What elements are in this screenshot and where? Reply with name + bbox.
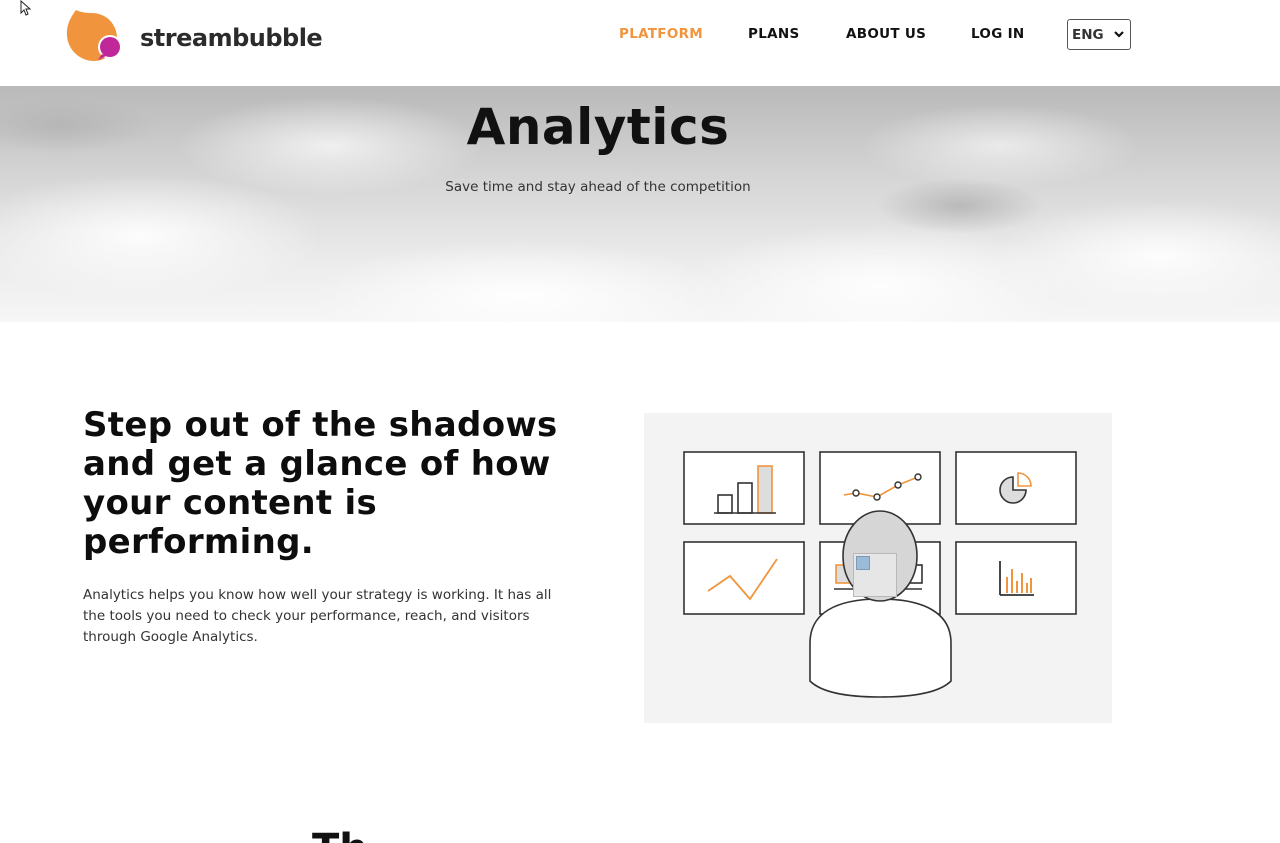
language-select[interactable]: ENG [1067,19,1131,50]
feature-description: Analytics helps you know how well your s… [83,587,552,645]
brand-logo[interactable]: streambubble [66,8,323,68]
trend-line-icon [683,541,805,615]
streambubble-logo-icon [66,10,122,61]
brand-name: streambubble [140,24,323,52]
chevron-down-icon [1114,31,1124,38]
broken-image-placeholder [853,553,897,597]
nav-plans[interactable]: PLANS [748,26,799,42]
nav-about-us[interactable]: ABOUT US [846,26,926,42]
next-section-heading: Th [312,826,368,843]
mouse-cursor-icon [20,0,32,16]
page-title: Analytics [466,98,730,156]
site-header: streambubble PLATFORM PLANS ABOUT US LOG… [0,0,1280,86]
bar-chart-icon [683,451,805,525]
feature-heading: Step out of the shadows and get a glance… [83,405,558,562]
hero-banner: Analytics Save time and stay ahead of th… [0,86,1280,322]
page-subtitle: Save time and stay ahead of the competit… [445,179,751,195]
analytics-illustration [644,413,1112,723]
nav-platform[interactable]: PLATFORM [619,26,703,42]
nav-log-in[interactable]: LOG IN [971,26,1025,42]
column-chart-icon [955,541,1077,615]
language-select-value: ENG [1072,26,1104,43]
pie-chart-icon [955,451,1077,525]
